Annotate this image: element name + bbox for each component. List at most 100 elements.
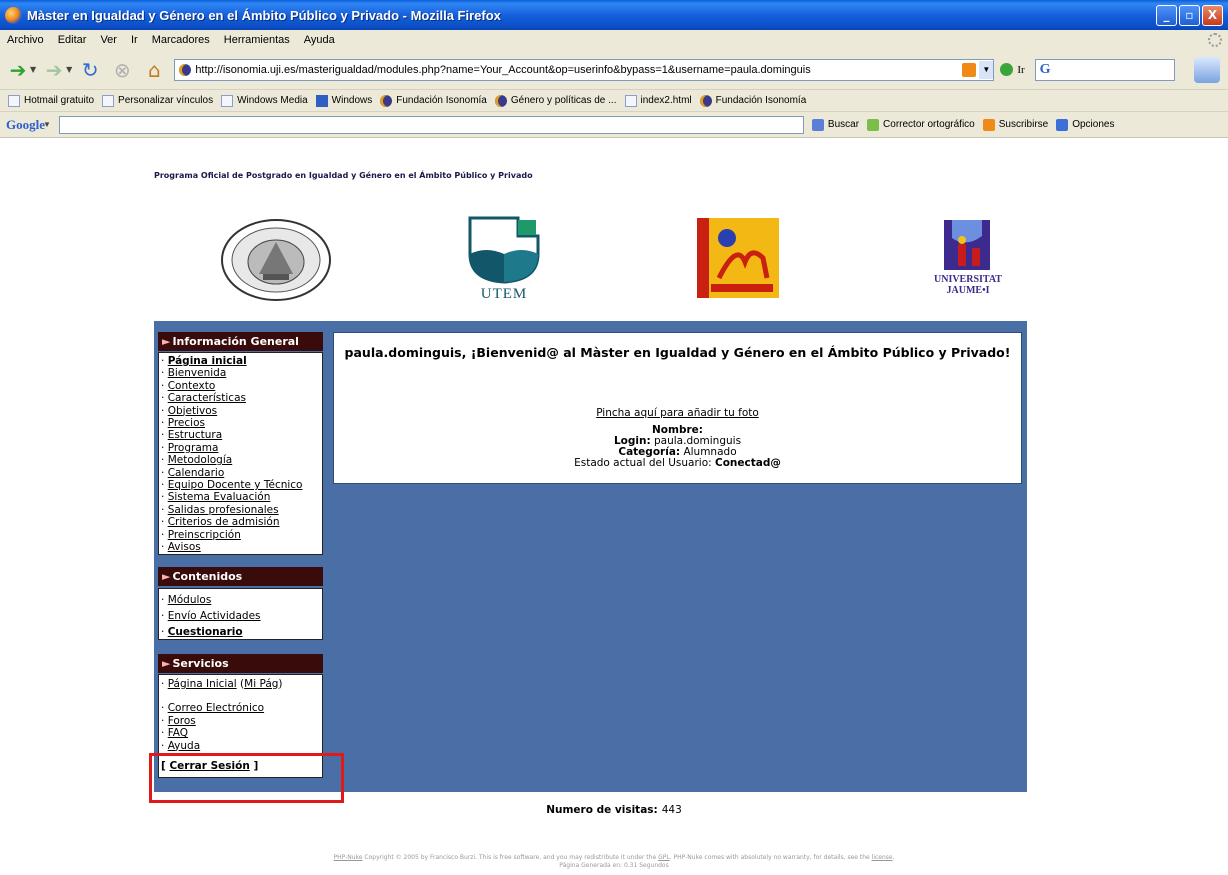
throbber-icon — [1208, 33, 1222, 47]
extension-icon[interactable] — [1194, 56, 1220, 83]
bookmark-index2[interactable]: index2.html — [624, 94, 692, 107]
opciones-button[interactable]: Opciones — [1056, 118, 1114, 131]
menu-editar[interactable]: Editar — [51, 34, 94, 46]
reload-icon[interactable]: ↻ — [76, 56, 104, 84]
menu-item-faq[interactable]: · FAQ — [161, 727, 322, 739]
url-bar[interactable]: http://isonomia.uji.es/masterigualdad/mo… — [174, 58, 995, 81]
bookmark-fundacion-isonomia[interactable]: Fundación Isonomía — [380, 94, 487, 107]
uji-label: UNIVERSITAT JAUME•I — [934, 274, 1002, 296]
google-logo[interactable]: Google — [6, 117, 45, 133]
visits-label: Numero de visitas: — [546, 804, 658, 816]
menu-marcadores[interactable]: Marcadores — [145, 34, 217, 46]
mexico-university-seal-logo — [219, 218, 333, 302]
globe-icon — [699, 94, 712, 107]
bookmark-windows-media[interactable]: Windows Media — [221, 94, 308, 107]
back-dropdown-icon[interactable]: ▼ — [30, 65, 36, 74]
bookmark-personalizar[interactable]: Personalizar vínculos — [102, 94, 213, 107]
menu-archivo[interactable]: Archivo — [0, 34, 51, 46]
bookmark-hotmail[interactable]: Hotmail gratuito — [8, 94, 94, 107]
menu-item-programa[interactable]: · Programa — [161, 442, 322, 454]
page-icon — [221, 94, 234, 107]
minimize-button[interactable]: _ — [1156, 4, 1177, 26]
menu-item-caracteristicas[interactable]: · Características — [161, 392, 322, 404]
go-label: Ir — [1017, 63, 1025, 76]
visits-value: 443 — [661, 804, 682, 816]
menu-item-bienvenida[interactable]: · Bienvenida — [161, 367, 322, 379]
google-dropdown-icon[interactable]: ▼ — [43, 120, 51, 129]
url-dropdown-icon[interactable]: ▼ — [979, 60, 994, 79]
menu-item-envio-actividades[interactable]: · Envío Actividades — [161, 608, 322, 624]
generation-time: Página Generada en: 0.31 Segundos — [559, 862, 669, 869]
user-info: Nombre: Login: paula.dominguis Categoría… — [334, 425, 1021, 469]
menu-item-preinscripcion[interactable]: · Preinscripción — [161, 529, 322, 541]
menu-item-modulos[interactable]: · Módulos — [161, 592, 322, 608]
navigation-toolbar: ➔ ▼ ➔ ▼ ↻ ⊗ ⌂ http://isonomia.uji.es/mas… — [0, 50, 1228, 90]
window-title: Màster en Igualdad y Género en el Ámbito… — [27, 7, 501, 23]
block-arrow-icon: ► — [162, 657, 171, 670]
suscribirse-button[interactable]: Suscribirse — [982, 118, 1048, 131]
menu-item-contexto[interactable]: · Contexto — [161, 380, 322, 392]
menu-item-ayuda[interactable]: · Ayuda — [161, 740, 322, 752]
estado-label: Estado actual del Usuario: — [574, 457, 712, 469]
utem-label: UTEM — [480, 286, 528, 302]
menu-item-avisos[interactable]: · Avisos — [161, 541, 322, 553]
stop-icon[interactable]: ⊗ — [108, 56, 136, 84]
menu-item-precios[interactable]: · Precios — [161, 417, 322, 429]
window-titlebar: Màster en Igualdad y Género en el Ámbito… — [0, 0, 1228, 30]
google-toolbar: Google ▼ Buscar Corrector ortográfico Su… — [0, 112, 1228, 138]
google-search-input[interactable] — [58, 115, 804, 134]
rss-feed-icon[interactable] — [962, 62, 977, 77]
google-buscar-button[interactable]: Buscar — [811, 118, 859, 131]
menu-bar: Archivo Editar Ver Ir Marcadores Herrami… — [0, 30, 1228, 50]
bookmarks-toolbar: Hotmail gratuito Personalizar vínculos W… — [0, 90, 1228, 112]
gpl-link[interactable]: GPL — [658, 854, 670, 861]
corrector-button[interactable]: Corrector ortográfico — [867, 118, 975, 131]
menu-ayuda[interactable]: Ayuda — [297, 34, 342, 46]
menu-item-correo[interactable]: · Correo Electrónico — [161, 702, 322, 714]
menu-item-calendario[interactable]: · Calendario — [161, 467, 322, 479]
menu-ir[interactable]: Ir — [124, 34, 145, 46]
menu-item-equipo-docente[interactable]: · Equipo Docente y Técnico — [161, 479, 322, 491]
menu-herramientas[interactable]: Herramientas — [217, 34, 297, 46]
main-content-frame: ► Información General · Página inicial · … — [154, 321, 1027, 792]
bookmark-fundacion-isonomia-2[interactable]: Fundación Isonomía — [699, 94, 806, 107]
menu-item-metodologia[interactable]: · Metodología — [161, 454, 322, 466]
forward-dropdown-icon[interactable]: ▼ — [66, 65, 72, 74]
welcome-message: paula.dominguis, ¡Bienvenid@ al Màster e… — [344, 345, 1011, 360]
universitat-jaume-i-logo: UNIVERSITAT JAUME•I — [924, 218, 1012, 312]
license-link[interactable]: license — [872, 854, 893, 861]
spellcheck-icon — [867, 118, 880, 131]
menu-item-pagina-inicial[interactable]: · Página inicial — [161, 355, 322, 367]
menu-item-criterios-admision[interactable]: · Criterios de admisión — [161, 516, 322, 528]
pagina-inicial-link[interactable]: Página Inicial — [168, 678, 237, 690]
phpnuke-link[interactable]: PHP-Nuke — [333, 854, 362, 861]
forward-arrow-icon[interactable]: ➔ — [40, 56, 68, 84]
mi-pag-link[interactable]: Mi Pág — [244, 678, 278, 690]
logout-highlight-box — [149, 753, 344, 803]
close-button[interactable]: X — [1202, 4, 1223, 26]
search-engine-box[interactable]: G — [1034, 58, 1175, 81]
go-button[interactable]: Ir — [1000, 63, 1025, 76]
menu-item-sistema-evaluacion[interactable]: · Sistema Evaluación — [161, 491, 322, 503]
utem-logo: UTEM — [466, 216, 542, 302]
home-icon[interactable]: ⌂ — [140, 56, 168, 84]
servicios-header: ► Servicios — [158, 654, 323, 673]
page-icon — [624, 94, 637, 107]
bookmark-genero-politicas[interactable]: Género y políticas de ... — [494, 94, 617, 107]
globe-icon — [494, 94, 507, 107]
menu-item-estructura[interactable]: · Estructura — [161, 429, 322, 441]
menu-item-objetivos[interactable]: · Objetivos — [161, 405, 322, 417]
menu-item-foros[interactable]: · Foros — [161, 715, 322, 727]
page-icon — [102, 94, 115, 107]
menu-item-cuestionario[interactable]: · Cuestionario — [161, 624, 322, 640]
menu-ver[interactable]: Ver — [93, 34, 124, 46]
back-arrow-icon[interactable]: ➔ — [4, 56, 32, 84]
miguel-hernandez-logo — [697, 218, 779, 298]
bookmark-windows[interactable]: Windows — [315, 94, 372, 107]
add-photo-link[interactable]: Pincha aquí para añadir tu foto — [596, 407, 759, 419]
menu-item-salidas-profesionales[interactable]: · Salidas profesionales — [161, 504, 322, 516]
info-general-menu: · Página inicial · Bienvenida · Contexto… — [158, 352, 323, 555]
windows-icon — [315, 94, 328, 107]
maximize-button[interactable]: ▫ — [1179, 4, 1200, 26]
url-text[interactable]: http://isonomia.uji.es/masterigualdad/mo… — [195, 64, 962, 76]
